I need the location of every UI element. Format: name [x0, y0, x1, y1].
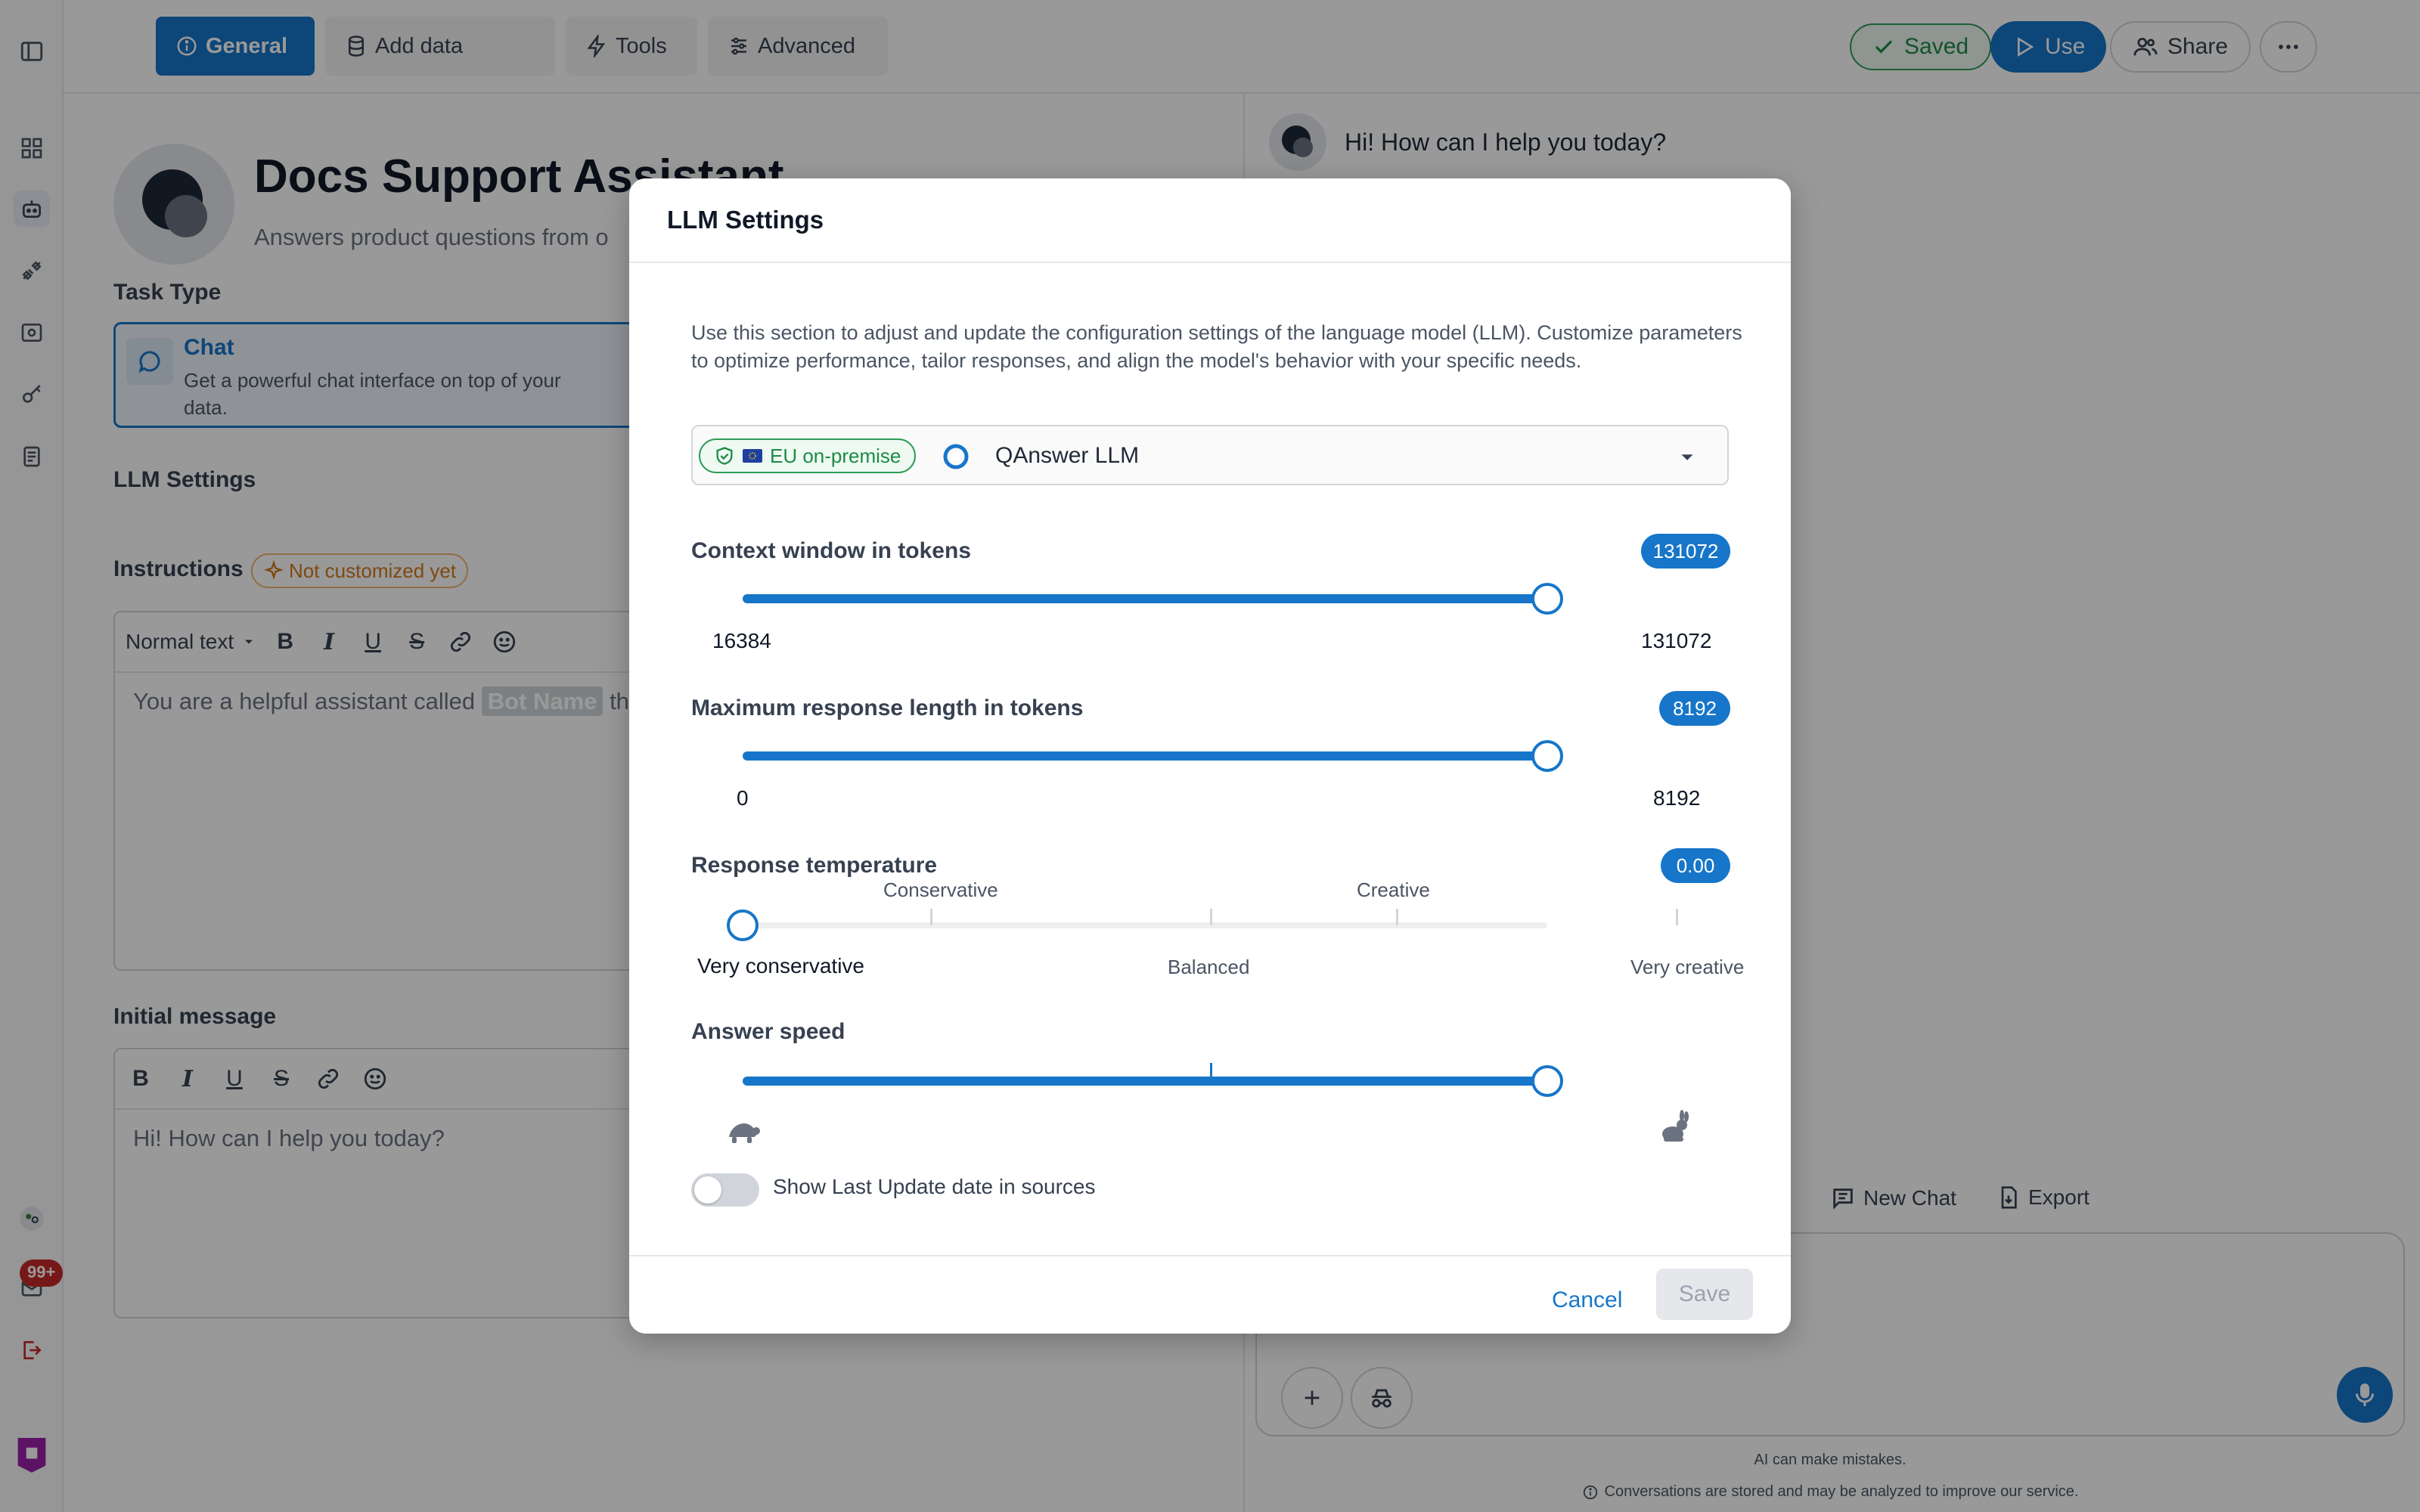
turtle-icon [724, 1116, 761, 1146]
dialog-title: LLM Settings [629, 178, 1791, 263]
answer-speed-tick [1210, 1063, 1212, 1080]
context-window-label: Context window in tokens [691, 538, 972, 563]
cancel-button[interactable]: Cancel [1529, 1275, 1645, 1326]
max-response-max-label: 8192 [1653, 786, 1701, 810]
dialog-footer: Cancel Save [629, 1255, 1791, 1334]
hosting-badge-label: EU on-premise [770, 444, 901, 467]
answer-speed-label: Answer speed [691, 1019, 845, 1044]
answer-speed-slider-thumb[interactable] [1531, 1065, 1563, 1097]
dialog-description: Use this section to adjust and update th… [691, 321, 1742, 372]
llm-settings-dialog: LLM Settings Use this section to adjust … [629, 178, 1791, 1334]
max-response-value-badge: 8192 [1659, 691, 1730, 726]
show-last-update-toggle[interactable] [691, 1173, 759, 1207]
temperature-mark-very-creative: Very creative [1630, 956, 1745, 978]
context-window-slider-track[interactable] [743, 594, 1547, 603]
eu-on-premise-badge: EU on-premise [699, 438, 917, 473]
temperature-tick [1396, 909, 1398, 925]
shield-check-icon [716, 447, 733, 465]
temperature-mark-conservative: Conservative [883, 878, 998, 901]
toggle-knob [694, 1176, 721, 1204]
temperature-tick [930, 909, 932, 925]
temperature-mark-very-conservative: Very conservative [697, 954, 864, 978]
save-button[interactable]: Save [1656, 1269, 1753, 1320]
llm-model-select[interactable]: EU on-premise QAnswer LLM [691, 425, 1729, 485]
temperature-slider-track[interactable] [743, 922, 1547, 928]
temperature-tick [1210, 909, 1212, 925]
max-response-slider-track[interactable] [743, 751, 1547, 761]
eu-flag-icon [743, 449, 762, 463]
context-window-max-label: 131072 [1641, 629, 1712, 652]
context-window-value-badge: 131072 [1641, 534, 1730, 569]
temperature-mark-creative: Creative [1357, 878, 1430, 901]
show-last-update-label: Show Last Update date in sources [773, 1175, 1096, 1198]
max-response-slider-thumb[interactable] [1531, 740, 1563, 772]
max-response-min-label: 0 [737, 786, 749, 810]
max-response-label: Maximum response length in tokens [691, 696, 1084, 720]
context-window-slider-thumb[interactable] [1531, 583, 1563, 615]
temperature-slider-thumb[interactable] [727, 909, 759, 941]
answer-speed-slider-track[interactable] [743, 1077, 1547, 1086]
temperature-tick [1676, 909, 1678, 925]
temperature-label: Response temperature [691, 853, 938, 878]
temperature-mark-balanced: Balanced [1168, 956, 1250, 978]
dropdown-caret-icon [1676, 446, 1699, 469]
model-logo-icon [941, 442, 971, 472]
context-window-min-label: 16384 [712, 629, 771, 652]
rabbit-icon [1656, 1110, 1692, 1146]
selected-model-label: QAnswer LLM [995, 443, 1140, 468]
temperature-value-badge: 0.00 [1661, 848, 1730, 883]
